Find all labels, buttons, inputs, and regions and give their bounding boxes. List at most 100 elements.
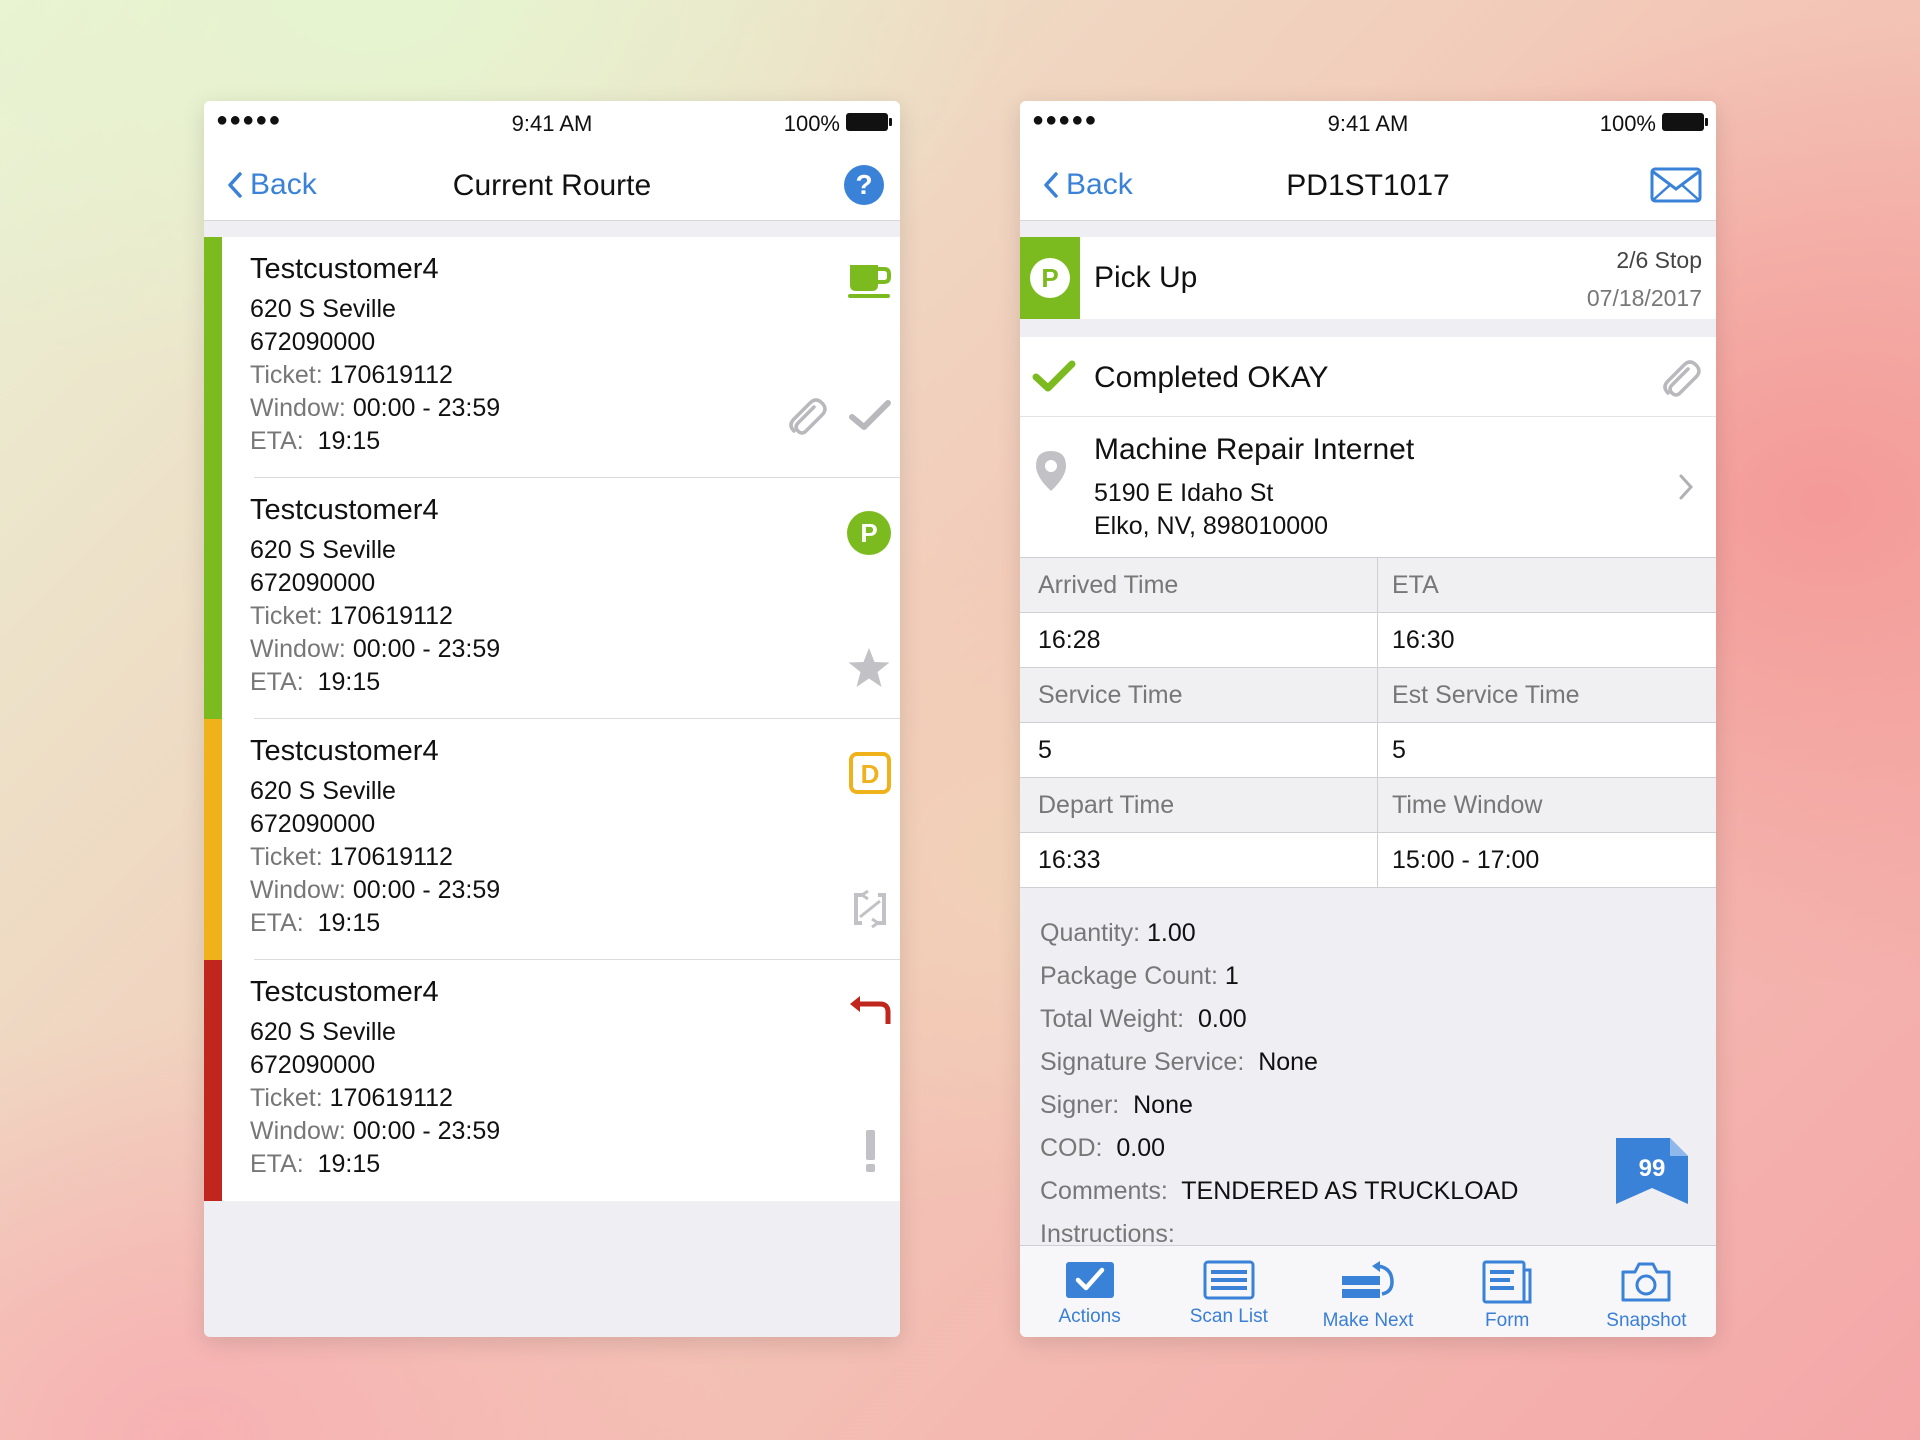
- window-label: Window:: [250, 1117, 346, 1145]
- return-arrow-icon: [850, 996, 891, 1024]
- tab-label: Snapshot: [1606, 1310, 1687, 1331]
- tab-make-next[interactable]: Make Next: [1298, 1246, 1437, 1337]
- notes-badge-icon[interactable]: 99: [1614, 1136, 1690, 1206]
- delivery-d-icon: D: [849, 752, 891, 794]
- signer-value: None: [1133, 1091, 1193, 1119]
- svg-text:P: P: [860, 518, 877, 548]
- battery-icon: [1662, 113, 1708, 131]
- eta-value: 19:15: [317, 1150, 381, 1178]
- signature-service-label: Signature Service:: [1040, 1048, 1245, 1076]
- stop-detail-screen: ●●●●● 9:41 AM 100% Back PD1ST1017 P Pick…: [1020, 101, 1716, 1337]
- ticket-label: Ticket:: [250, 361, 323, 389]
- navigation-bar: Back PD1ST1017: [1020, 149, 1716, 221]
- pickup-badge: P: [1020, 237, 1080, 319]
- back-button[interactable]: Back: [220, 165, 317, 205]
- window-label: Window:: [250, 876, 346, 904]
- route-item[interactable]: Testcustomer4 620 S Seville 672090000 Ti…: [204, 478, 900, 719]
- eta-value: 19:15: [317, 427, 381, 455]
- battery-percent: 100%: [1599, 111, 1656, 136]
- package-count-label: Package Count:: [1040, 962, 1218, 990]
- camera-icon: [1621, 1262, 1671, 1302]
- status-strip-green: [204, 478, 222, 719]
- route-item[interactable]: Testcustomer4 620 S Seville 672090000 Ti…: [204, 719, 900, 960]
- mail-icon: [1650, 167, 1702, 203]
- quantity-label: Quantity:: [1040, 919, 1141, 947]
- tab-actions[interactable]: Actions: [1020, 1246, 1159, 1337]
- location-row[interactable]: Machine Repair Internet 5190 E Idaho St …: [1020, 417, 1716, 557]
- completion-status: Completed OKAY: [1020, 337, 1716, 417]
- stop-date: 07/18/2017: [1586, 285, 1702, 311]
- route-list-screen: ●●●●● 9:41 AM 100% Back Current Rourte ?…: [204, 101, 900, 1337]
- paperclip-icon[interactable]: [784, 395, 828, 439]
- checkmark-icon: [1032, 360, 1076, 392]
- customer-name: Testcustomer4: [250, 253, 439, 285]
- customer-name: Testcustomer4: [250, 735, 439, 767]
- instructions-label: Instructions:: [1040, 1220, 1175, 1248]
- tab-bar: Actions Scan List Make Next Form Snapsho…: [1020, 1245, 1716, 1337]
- tab-form[interactable]: Form: [1438, 1246, 1577, 1337]
- grid-value-row: 16:33 15:00 - 17:00: [1020, 833, 1716, 888]
- est-service-time-value: 5: [1377, 723, 1716, 777]
- status-strip-green: [204, 237, 222, 478]
- eta-label: ETA:: [250, 1150, 304, 1178]
- battery-icon: [846, 113, 892, 131]
- depart-time-label: Depart Time: [1038, 791, 1175, 819]
- ticket-value: 170619112: [329, 602, 453, 630]
- signer-label: Signer:: [1040, 1091, 1120, 1119]
- total-weight-label: Total Weight:: [1040, 1005, 1185, 1033]
- navigation-bar: Back Current Rourte ?: [204, 149, 900, 221]
- est-service-time-label: Est Service Time: [1377, 668, 1716, 722]
- customer-phone: 672090000: [250, 569, 376, 597]
- status-strip-yellow: [204, 719, 222, 960]
- ticket-value: 170619112: [329, 843, 453, 871]
- customer-phone: 672090000: [250, 810, 376, 838]
- ticket-value: 170619112: [329, 1084, 453, 1112]
- grid-header-row: Arrived Time ETA: [1020, 558, 1716, 613]
- battery-percent: 100%: [783, 111, 840, 136]
- mail-button[interactable]: [1650, 167, 1702, 208]
- swap-icon[interactable]: [848, 887, 892, 931]
- route-item[interactable]: Testcustomer4 620 S Seville 672090000 Ti…: [204, 960, 900, 1201]
- location-name: Machine Repair Internet: [1094, 433, 1415, 466]
- service-time-label: Service Time: [1038, 681, 1183, 709]
- svg-text:D: D: [861, 759, 880, 789]
- tab-label: Form: [1485, 1310, 1530, 1331]
- window-value: 00:00 - 23:59: [352, 635, 501, 663]
- star-icon[interactable]: [846, 646, 892, 690]
- stop-type-label: Pick Up: [1094, 261, 1198, 294]
- tab-label: Scan List: [1189, 1306, 1268, 1327]
- tab-label: Actions: [1058, 1306, 1121, 1327]
- grid-value-row: 5 5: [1020, 723, 1716, 778]
- arrived-time-label: Arrived Time: [1038, 571, 1179, 599]
- eta-label: ETA:: [250, 909, 304, 937]
- tab-snapshot[interactable]: Snapshot: [1577, 1246, 1716, 1337]
- package-count-value: 1: [1224, 962, 1239, 990]
- help-button[interactable]: ?: [842, 163, 886, 212]
- grid-header-row: Depart Time Time Window: [1020, 778, 1716, 833]
- route-list: Testcustomer4 620 S Seville 672090000 Ti…: [204, 237, 900, 1201]
- customer-name: Testcustomer4: [250, 976, 439, 1008]
- svg-text:99: 99: [1639, 1155, 1666, 1182]
- window-value: 00:00 - 23:59: [352, 1117, 501, 1145]
- checkmark-icon: [849, 400, 891, 430]
- eta-label: ETA:: [250, 668, 304, 696]
- eta-label: ETA: [1377, 558, 1716, 612]
- ticket-value: 170619112: [329, 361, 453, 389]
- customer-address: 620 S Seville: [250, 295, 396, 323]
- window-label: Window:: [250, 394, 346, 422]
- tab-scan-list[interactable]: Scan List: [1159, 1246, 1298, 1337]
- back-button[interactable]: Back: [1036, 165, 1133, 205]
- route-item-details: Testcustomer4 620 S Seville 672090000 Ti…: [250, 494, 500, 699]
- exclamation-icon: [866, 1130, 875, 1172]
- paperclip-icon[interactable]: [1658, 357, 1702, 401]
- status-bar: ●●●●● 9:41 AM 100%: [204, 101, 900, 149]
- svg-text:P: P: [1041, 263, 1058, 293]
- window-label: Window:: [250, 635, 346, 663]
- window-value: 00:00 - 23:59: [352, 876, 501, 904]
- signature-service-value: None: [1258, 1048, 1318, 1076]
- route-item[interactable]: Testcustomer4 620 S Seville 672090000 Ti…: [204, 237, 900, 478]
- customer-address: 620 S Seville: [250, 536, 396, 564]
- back-label: Back: [250, 168, 317, 201]
- service-time-value: 5: [1038, 736, 1052, 764]
- status-strip-red: [204, 960, 222, 1201]
